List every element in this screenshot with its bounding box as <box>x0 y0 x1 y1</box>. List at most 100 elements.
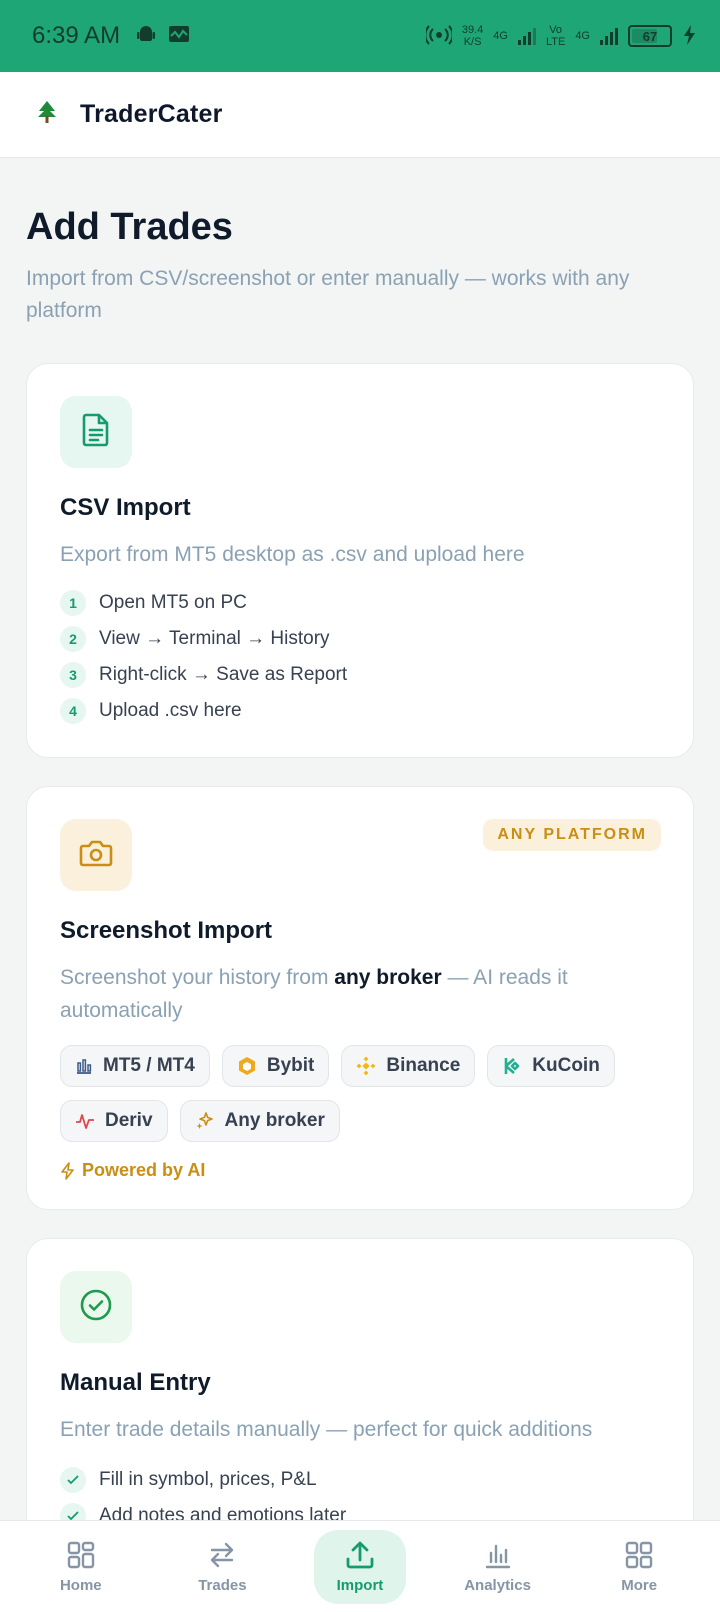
nav-label: Trades <box>198 1577 247 1594</box>
nav-home[interactable]: Home <box>31 1530 131 1604</box>
screenshot-icon-tile <box>60 819 132 891</box>
feature-text: Fill in symbol, prices, P&L <box>99 1469 317 1490</box>
broker-chip-any[interactable]: Any broker <box>179 1100 340 1142</box>
csv-import-card[interactable]: CSV Import Export from MT5 desktop as .c… <box>26 363 694 758</box>
feature-item: Fill in symbol, prices, P&L <box>60 1462 661 1498</box>
lightning-icon <box>60 1161 76 1180</box>
step-item: 4 Upload .csv here <box>60 693 661 729</box>
broker-chip-bybit[interactable]: Bybit <box>221 1045 330 1087</box>
camera-icon <box>79 838 113 873</box>
broker-label: Any broker <box>224 1110 325 1131</box>
broker-label: MT5 / MT4 <box>103 1055 195 1076</box>
desc-pre: Screenshot your history from <box>60 966 335 989</box>
sparkles-icon <box>195 1111 215 1131</box>
broker-chip-binance[interactable]: Binance <box>341 1045 476 1087</box>
page-title: Add Trades <box>26 206 233 248</box>
step-text: View → Terminal → History <box>99 628 330 649</box>
bar-chart-icon <box>484 1539 512 1571</box>
signal-bars-1-icon <box>517 27 536 45</box>
broker-label: Binance <box>386 1055 461 1076</box>
net-speed-unit: K/S <box>463 36 482 48</box>
nav-label: Home <box>59 1577 102 1594</box>
broker-chips: MT5 / MT4 Bybit Binance KuCoin Deriv Any… <box>60 1045 661 1142</box>
manual-entry-card[interactable]: Manual Entry Enter trade details manuall… <box>26 1238 694 1520</box>
screenshot-card-title: Screenshot Import <box>60 917 273 944</box>
screenshot-card-description: Screenshot your history from any broker … <box>60 961 661 1027</box>
binance-diamond-icon <box>356 1056 376 1076</box>
manual-card-title: Manual Entry <box>60 1369 211 1396</box>
nav-trades[interactable]: Trades <box>172 1530 272 1604</box>
step-item: 3 Right-click → Save as Report <box>60 657 661 693</box>
swap-arrows-icon <box>208 1539 236 1571</box>
step-number: 2 <box>60 626 86 652</box>
upload-icon <box>345 1539 375 1571</box>
volte-label-2: LTE <box>545 36 566 48</box>
check-icon <box>60 1503 86 1520</box>
battery-level: 67 <box>642 28 658 44</box>
nav-more[interactable]: More <box>589 1530 689 1604</box>
step-number: 1 <box>60 590 86 616</box>
main-content[interactable]: Add Trades Import from CSV/screenshot or… <box>0 158 720 1520</box>
battery-indicator: 67 <box>628 25 672 47</box>
manual-card-description: Enter trade details manually — perfect f… <box>60 1418 593 1441</box>
csv-card-description: Export from MT5 desktop as .csv and uplo… <box>60 543 525 566</box>
csv-icon-tile <box>60 396 132 468</box>
document-icon <box>81 413 111 452</box>
volte-label-1: Vo <box>549 24 563 36</box>
broker-label: Deriv <box>105 1110 153 1131</box>
chart-bars-icon <box>75 1057 93 1075</box>
network-type-1: 4G <box>493 30 508 42</box>
app-name[interactable]: TraderCater <box>80 100 223 129</box>
more-grid-icon <box>625 1539 653 1571</box>
step-text: Right-click → Save as Report <box>99 664 348 685</box>
check-circle-icon <box>79 1288 113 1327</box>
net-speed: 39.4 K/S <box>462 24 483 48</box>
pulse-icon <box>75 1111 95 1131</box>
page-subtitle: Import from CSV/screenshot or enter manu… <box>26 267 630 322</box>
broker-chip-deriv[interactable]: Deriv <box>60 1100 168 1142</box>
broker-chip-kucoin[interactable]: KuCoin <box>487 1045 615 1087</box>
broker-label: Bybit <box>266 1055 315 1076</box>
check-icon <box>60 1467 86 1493</box>
step-item: 1 Open MT5 on PC <box>60 585 661 621</box>
broker-chip-mt5[interactable]: MT5 / MT4 <box>60 1045 210 1087</box>
nav-analytics[interactable]: Analytics <box>448 1530 548 1604</box>
any-platform-badge: ANY PLATFORM <box>483 819 661 851</box>
network-type-2: 4G <box>575 30 590 42</box>
feature-text: Add notes and emotions later <box>99 1505 347 1520</box>
signal-bars-2-icon <box>600 27 618 45</box>
step-text: Upload .csv here <box>99 700 242 721</box>
nav-import[interactable]: Import <box>313 1529 406 1604</box>
desc-bold: any broker <box>334 966 442 989</box>
bottom-navigation: Home Trades Import Analytics More <box>0 1520 720 1612</box>
powered-by-ai: Powered by AI <box>60 1160 661 1181</box>
activity-icon <box>168 25 190 48</box>
step-number: 3 <box>60 662 86 688</box>
manual-features-list: Fill in symbol, prices, P&L Add notes an… <box>60 1462 661 1520</box>
nav-label: Import <box>336 1577 384 1594</box>
step-item: 2 View → Terminal → History <box>60 621 661 657</box>
android-icon <box>136 24 156 49</box>
kucoin-icon <box>502 1056 522 1076</box>
grid-icon <box>67 1539 95 1571</box>
charging-bolt-icon <box>682 24 696 49</box>
step-text: Open MT5 on PC <box>99 592 247 613</box>
bybit-hexagon-icon <box>237 1056 257 1076</box>
manual-icon-tile <box>60 1271 132 1343</box>
status-bar: 6:39 AM 39.4 K/S 4G Vo LTE 4G 67 <box>0 0 720 72</box>
csv-card-title: CSV Import <box>60 494 191 521</box>
nav-label: More <box>621 1577 658 1594</box>
tree-logo-icon[interactable] <box>36 100 58 129</box>
hotspot-icon <box>424 24 454 49</box>
app-header: TraderCater <box>0 72 720 158</box>
nav-label: Analytics <box>464 1577 531 1594</box>
net-speed-value: 39.4 <box>461 24 484 36</box>
status-time: 6:39 AM <box>32 22 121 49</box>
csv-steps-list: 1 Open MT5 on PC 2 View → Terminal → Histo… <box>60 585 661 729</box>
volte-indicator: Vo LTE <box>546 24 565 48</box>
broker-label: KuCoin <box>532 1055 600 1076</box>
screenshot-import-card[interactable]: ANY PLATFORM Screenshot Import Screensho… <box>26 786 694 1210</box>
powered-by-label: Powered by AI <box>82 1160 206 1180</box>
feature-item: Add notes and emotions later <box>60 1498 661 1520</box>
step-number: 4 <box>60 698 86 724</box>
